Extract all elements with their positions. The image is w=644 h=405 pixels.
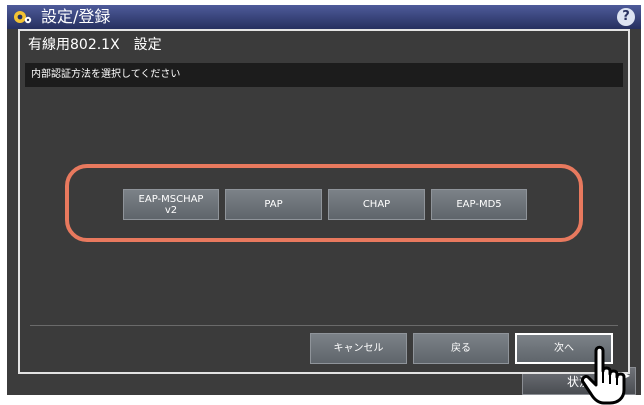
app-header: 設定/登録 ? [7, 5, 641, 29]
gear-icon [14, 11, 32, 24]
help-icon[interactable]: ? [617, 8, 635, 26]
screen: 設定/登録 ? 状況 ▶ 有線用802.1X 設定 内部認証方法を選択してくださ… [0, 0, 644, 405]
app-title: 設定/登録 [41, 7, 111, 26]
divider [30, 325, 618, 326]
cancel-button[interactable]: キャンセル [310, 333, 407, 364]
selection-highlight [65, 164, 583, 242]
back-button[interactable]: 戻る [413, 333, 509, 364]
instruction-text: 内部認証方法を選択してください [31, 69, 181, 80]
instruction-bar: 内部認証方法を選択してください [25, 63, 623, 87]
pointer-hand-icon [581, 345, 626, 405]
dialog-title: 有線用802.1X 設定 [28, 37, 162, 53]
